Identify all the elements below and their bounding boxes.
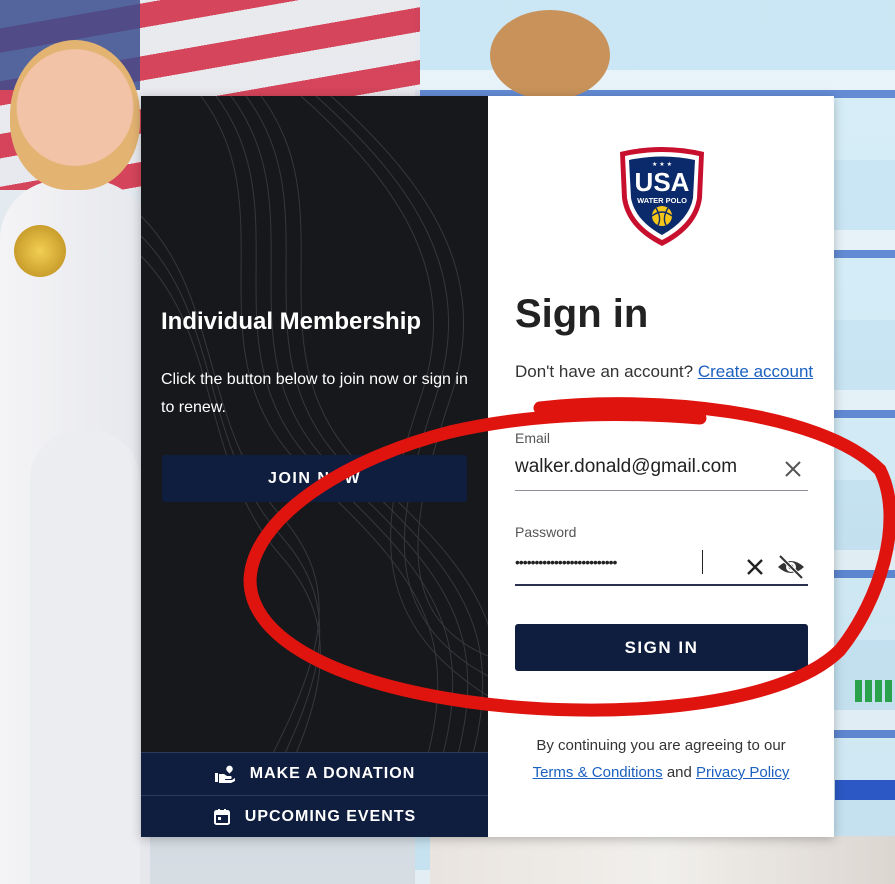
email-field: Email — [515, 430, 808, 491]
svg-text:USA: USA — [635, 167, 690, 197]
athlete-head — [10, 40, 140, 190]
terms-link[interactable]: Terms & Conditions — [533, 764, 663, 781]
email-label: Email — [515, 430, 551, 446]
no-account-label: Don't have an account? — [515, 362, 694, 381]
sign-in-button[interactable]: SIGN IN — [515, 624, 808, 671]
signin-title: Sign in — [515, 292, 649, 336]
athlete-figure-2 — [30, 430, 140, 884]
membership-panel: Individual Membership Click the button b… — [141, 96, 488, 837]
terms-prefix: By continuing you are agreeing to our — [536, 737, 786, 754]
password-field: Password — [515, 524, 808, 586]
lane-markers — [855, 680, 895, 702]
password-input[interactable] — [515, 554, 705, 570]
join-now-button[interactable]: JOIN NOW — [162, 455, 467, 502]
membership-description: Click the button below to join now or si… — [161, 371, 468, 416]
signin-panel: ★ ★ ★ USA WATER POLO Sign in Don't have … — [488, 96, 834, 837]
text-cursor — [702, 550, 703, 574]
upcoming-events-button[interactable]: UPCOMING EVENTS — [141, 795, 488, 837]
privacy-policy-link[interactable]: Privacy Policy — [696, 764, 789, 781]
lane-stripe — [835, 780, 895, 800]
membership-title: Individual Membership — [161, 308, 422, 335]
calendar-icon — [213, 809, 230, 825]
crowd-strip — [430, 836, 895, 884]
medal-icon — [14, 225, 66, 277]
password-label: Password — [515, 524, 577, 540]
make-donation-label: MAKE A DONATION — [249, 765, 416, 782]
usa-water-polo-logo: ★ ★ ★ USA WATER POLO — [620, 147, 704, 246]
email-input[interactable] — [515, 456, 770, 478]
make-donation-button[interactable]: MAKE A DONATION — [141, 752, 488, 795]
login-card: Individual Membership Click the button b… — [141, 96, 834, 837]
terms-notice: By continuing you are agreeing to our Te… — [508, 732, 814, 786]
terms-and: and — [666, 764, 692, 781]
hide-password-icon[interactable] — [776, 554, 806, 580]
email-clear-icon[interactable] — [782, 458, 804, 480]
no-account-text: Don't have an account? Create account — [515, 359, 815, 385]
donation-icon — [214, 765, 235, 783]
svg-text:WATER POLO: WATER POLO — [637, 196, 687, 205]
password-clear-icon[interactable] — [744, 556, 766, 578]
athlete-head-2 — [490, 10, 610, 100]
upcoming-events-label: UPCOMING EVENTS — [244, 808, 417, 825]
create-account-link[interactable]: Create account — [698, 362, 813, 381]
